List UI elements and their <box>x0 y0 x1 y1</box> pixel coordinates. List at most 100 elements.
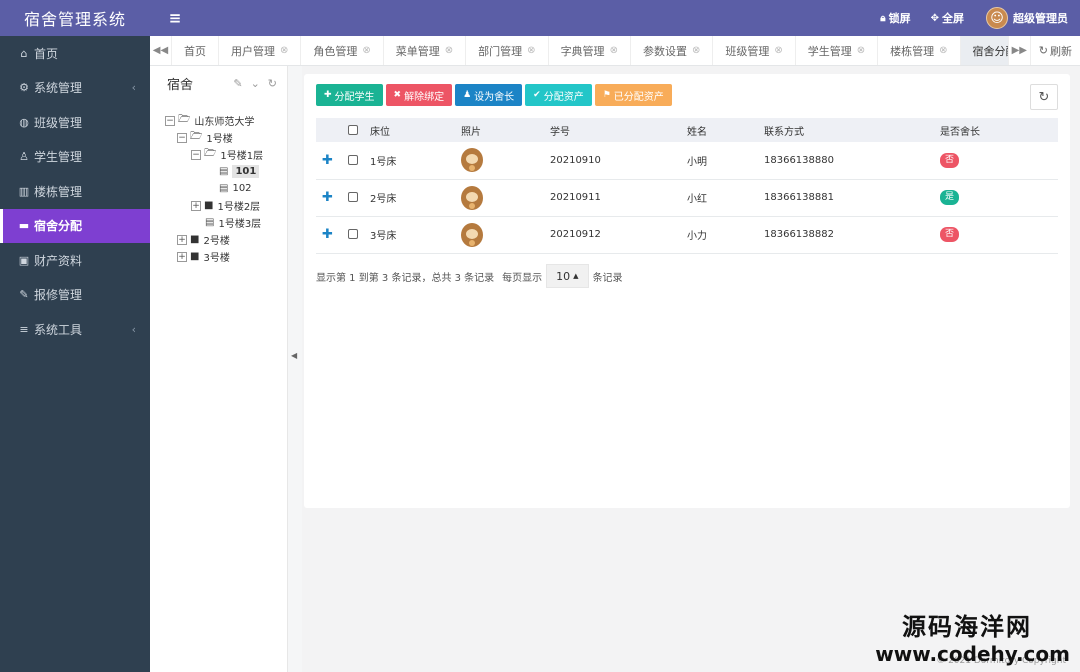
tree-node-label: 1号楼 <box>206 134 233 145</box>
tab-user[interactable]: 用户管理 ⊗ <box>219 36 302 65</box>
sidebar-item-system[interactable]: ⚙ 系统管理 ‹ <box>0 71 150 106</box>
column-header-name[interactable]: 姓名 <box>681 118 758 142</box>
tree-node-floor-2[interactable]: + ■ 1号楼2层 <box>165 197 287 214</box>
tab-params[interactable]: 参数设置 ⊗ <box>631 36 714 65</box>
refresh-icon[interactable]: ↻ <box>268 77 277 90</box>
tabs-bar: ◀◀ 首页 用户管理 ⊗ 角色管理 ⊗ 菜单管理 ⊗ 部门管理 ⊗ 字典管理 ⊗ 参数设置… <box>150 36 1080 66</box>
tab-dict[interactable]: 字典管理 ⊗ <box>549 36 631 65</box>
chevron-left-icon[interactable]: ◀ <box>291 351 297 360</box>
cell-student-id: 20210912 <box>544 216 681 254</box>
unbind-button[interactable]: ✖ 解除绑定 <box>385 84 453 106</box>
page-size-dropdown[interactable]: 10 ▲ <box>546 264 589 288</box>
chevron-down-icon[interactable]: ⌄ <box>251 77 260 90</box>
sidebar-item-building[interactable]: ▥ 楼栋管理 <box>0 174 150 209</box>
tab-close-icon[interactable]: ⊗ <box>610 45 618 56</box>
panel-splitter[interactable]: ◀ <box>288 66 302 672</box>
tab-role[interactable]: 角色管理 ⊗ <box>301 36 384 65</box>
footer-copyright: © 2021 Dormitory Copyright <box>936 656 1066 666</box>
tree-node-building-3[interactable]: + ■ 3号楼 <box>165 248 287 265</box>
user-menu[interactable]: 超级管理员 <box>1013 10 1068 26</box>
tab-close-icon[interactable]: ⊗ <box>857 45 865 56</box>
fullscreen-button[interactable]: ✥ 全屏 <box>931 10 964 26</box>
tree-node-room-101[interactable]: ▤ 101 <box>165 163 287 180</box>
assign-student-button[interactable]: ✚ 分配学生 <box>316 84 383 106</box>
tree-node-building-2[interactable]: + ■ 2号楼 <box>165 231 287 248</box>
avatar[interactable]: ☺ <box>986 7 1008 29</box>
status-badge: 否 <box>940 227 960 242</box>
tab-close-icon[interactable]: ⊗ <box>774 45 782 56</box>
lock-screen-button[interactable]: 🔒︎ 锁屏 <box>880 10 910 26</box>
tab-home[interactable]: 首页 <box>172 36 219 65</box>
tab-dept[interactable]: 部门管理 ⊗ <box>466 36 549 65</box>
cell-name: 小力 <box>681 216 758 254</box>
table-refresh-button[interactable]: ↻ <box>1030 84 1058 110</box>
tab-close-icon[interactable]: ⊗ <box>527 45 535 56</box>
tab-student[interactable]: 学生管理 ⊗ <box>796 36 879 65</box>
tab-building[interactable]: 楼栋管理 ⊗ <box>878 36 961 65</box>
assigned-property-button[interactable]: ⚑ 已分配资产 <box>594 84 672 106</box>
tab-dorm-assign[interactable]: 宿舍分配⊗ <box>960 36 1008 65</box>
table-row[interactable]: ✚ 2号床 20210911 小红 18366138881 是 <box>316 179 1058 217</box>
file-icon: ▤ <box>219 166 229 177</box>
menu-toggle-icon[interactable]: ≡ <box>150 9 200 27</box>
tab-close-icon[interactable]: ⊗ <box>362 45 370 56</box>
sidebar-item-home[interactable]: ⌂ 首页 <box>0 36 150 71</box>
tabs-next-icon[interactable]: ▶▶ <box>1007 36 1030 65</box>
tab-menu[interactable]: 菜单管理 ⊗ <box>384 36 467 65</box>
student-photo[interactable] <box>461 185 483 210</box>
student-photo[interactable] <box>461 222 483 247</box>
tree-node-floor-3[interactable]: ▤ 1号楼3层 <box>165 214 287 231</box>
expand-icon[interactable]: + <box>177 234 187 245</box>
student-photo[interactable] <box>461 148 483 173</box>
expand-row-icon[interactable]: ✚ <box>322 190 333 205</box>
sidebar-item-property[interactable]: ▣ 财产资料 <box>0 243 150 278</box>
assign-property-button[interactable]: ✔ 分配资产 <box>525 84 592 106</box>
collapse-icon[interactable]: − <box>191 149 201 160</box>
sidebar-item-label: 首页 <box>34 46 59 61</box>
cell-photo <box>455 142 544 180</box>
collapse-icon[interactable]: − <box>177 132 187 143</box>
tab-label: 参数设置 <box>642 44 687 58</box>
sidebar-item-repair[interactable]: ✎ 报修管理 <box>0 278 150 313</box>
tabs-refresh-button[interactable]: ↻ 刷新 <box>1029 36 1080 65</box>
row-checkbox[interactable] <box>348 192 358 202</box>
expand-cell: ✚ <box>316 142 342 180</box>
expand-icon[interactable]: + <box>177 251 187 262</box>
tabs-prev-icon[interactable]: ◀◀ <box>150 36 172 65</box>
column-header-phone[interactable]: 联系方式 <box>758 118 934 142</box>
tree-node-university[interactable]: − 🗁︎ 山东师范大学 <box>165 112 287 129</box>
tab-close-icon[interactable]: ⊗ <box>692 45 700 56</box>
table-row[interactable]: ✚ 1号床 20210910 小明 18366138880 否 <box>316 142 1058 180</box>
column-header-leader[interactable]: 是否舍长 <box>934 118 1058 142</box>
edit-icon[interactable]: ✎ <box>233 77 242 90</box>
tree-node-room-102[interactable]: ▤ 102 <box>165 180 287 197</box>
sidebar-item-dorm-assign[interactable]: ▬ 宿舍分配 <box>0 208 150 243</box>
checkbox-cell <box>342 179 364 217</box>
tree-node-building-1[interactable]: − 🗁︎ 1号楼 <box>165 129 287 146</box>
column-header-bed[interactable]: 床位 <box>364 118 455 142</box>
sidebar-item-class[interactable]: ◍ 班级管理 <box>0 105 150 140</box>
expand-row-icon[interactable]: ✚ <box>322 227 333 242</box>
select-all-checkbox[interactable] <box>348 124 358 135</box>
wrench-icon: ✎ <box>19 288 29 302</box>
table-row[interactable]: ✚ 3号床 20210912 小力 18366138882 否 <box>316 216 1058 254</box>
sidebar-item-student[interactable]: ♙ 学生管理 <box>0 140 150 175</box>
expand-row-icon[interactable]: ✚ <box>322 153 333 168</box>
collapse-icon[interactable]: − <box>165 115 175 126</box>
sidebar-item-tools[interactable]: ≡ 系统工具 ‹ <box>0 312 150 347</box>
column-header-photo: 照片 <box>455 118 544 142</box>
tab-close-icon[interactable]: ⊗ <box>445 45 453 56</box>
row-checkbox[interactable] <box>348 229 358 239</box>
tab-class[interactable]: 班级管理 ⊗ <box>713 36 796 65</box>
cell-leader: 否 <box>934 216 1058 254</box>
tree-node-floor-1[interactable]: − 🗁︎ 1号楼1层 <box>165 146 287 163</box>
set-leader-button[interactable]: ♟ 设为舍长 <box>455 84 523 106</box>
tab-close-icon[interactable]: ⊗ <box>280 45 288 56</box>
cell-bed: 2号床 <box>364 179 455 217</box>
folder-open-icon: 🗁︎ <box>204 148 217 159</box>
column-header-student-id[interactable]: 学号 <box>544 118 681 142</box>
topbar-actions: 🔒︎ 锁屏 ✥ 全屏 ☺ 超级管理员 <box>860 0 1080 36</box>
expand-icon[interactable]: + <box>191 200 201 211</box>
row-checkbox[interactable] <box>348 154 358 165</box>
tab-close-icon[interactable]: ⊗ <box>939 45 947 56</box>
